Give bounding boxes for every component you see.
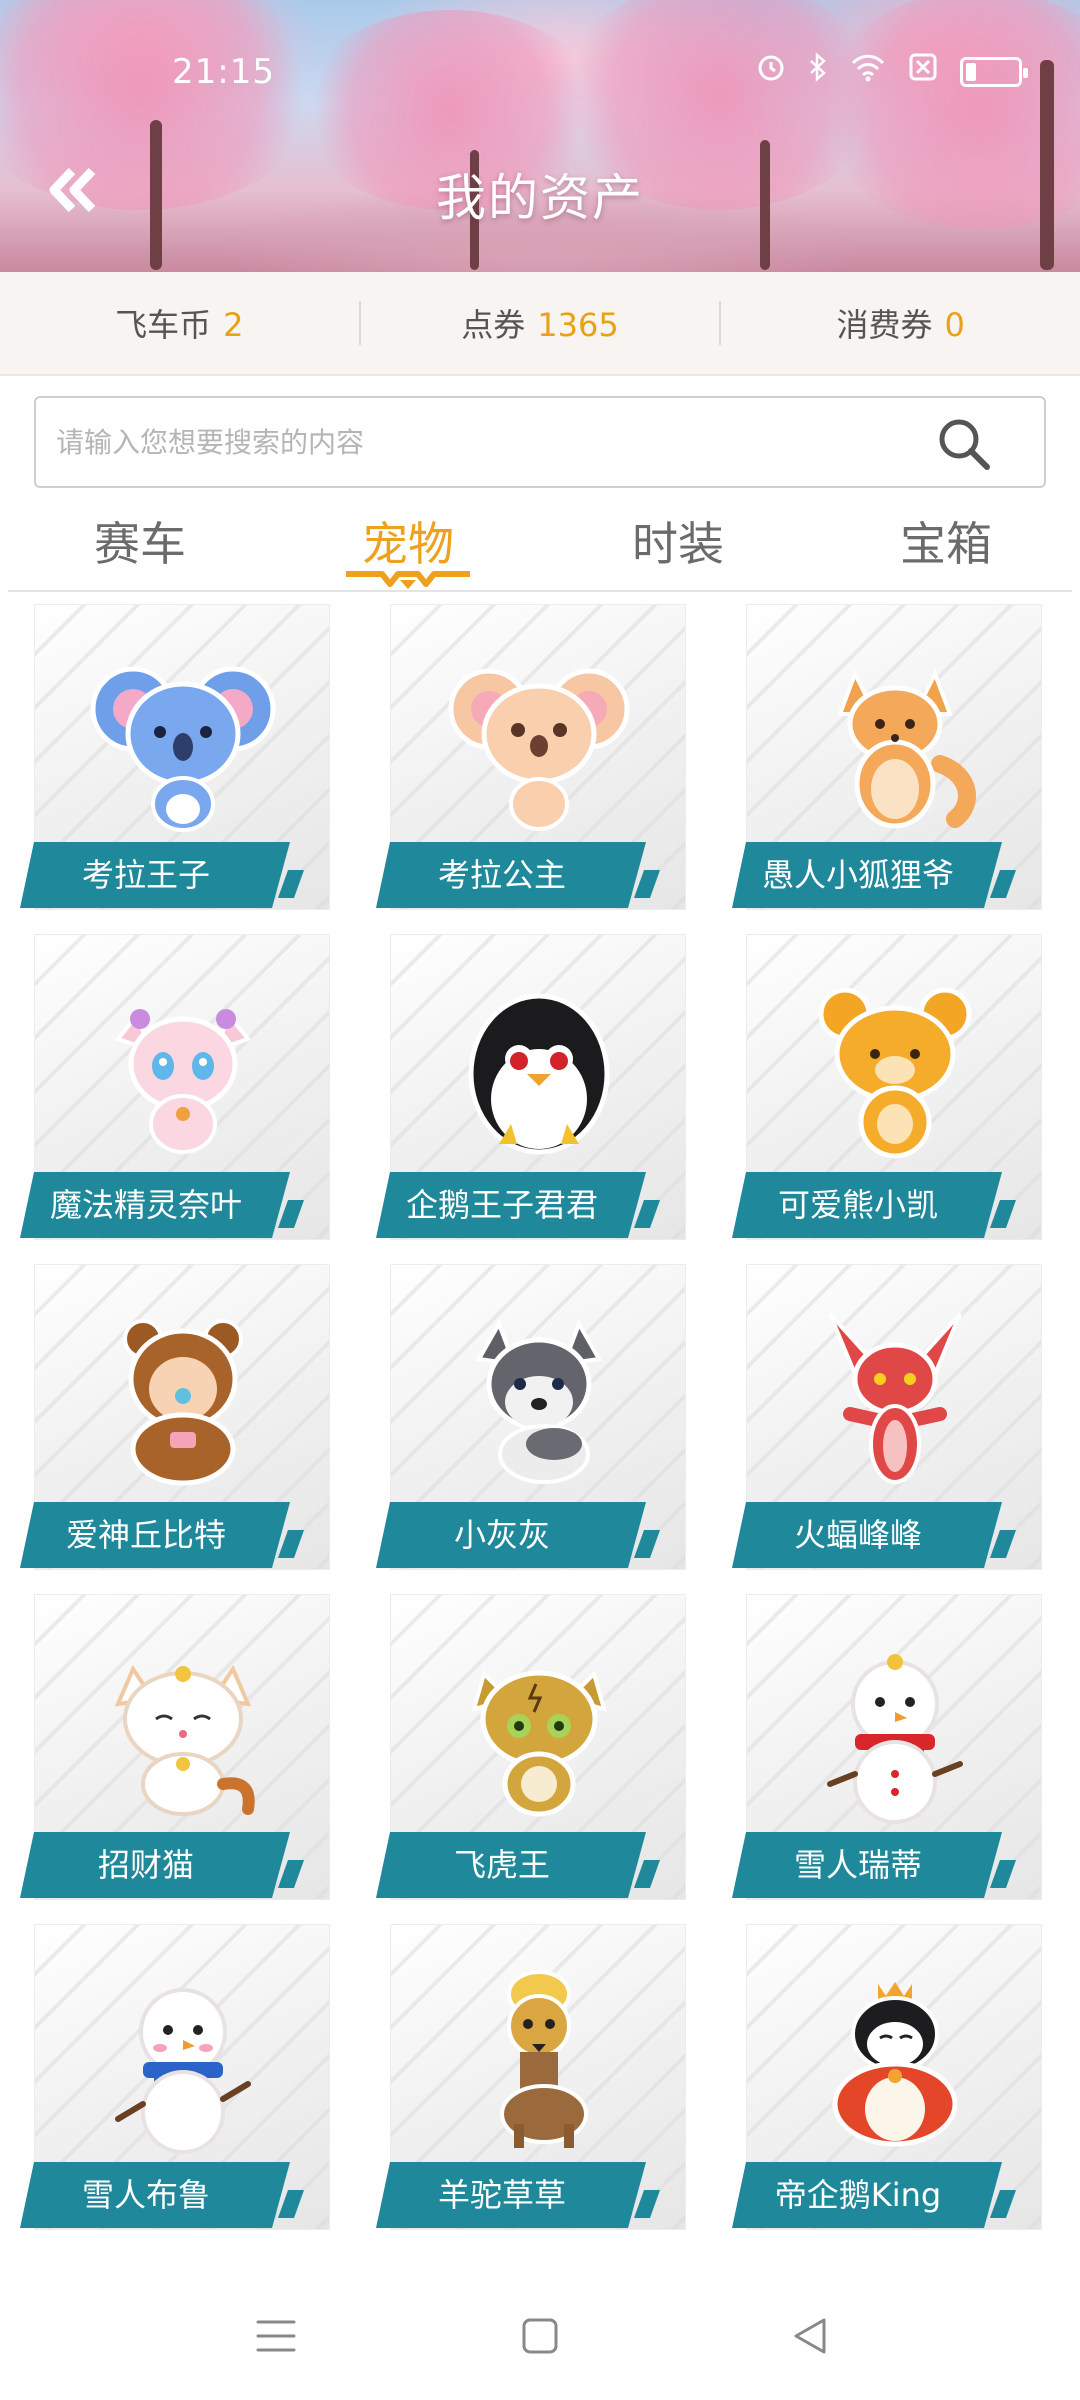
pink-koala-icon <box>448 668 630 831</box>
red-bat-icon <box>828 1312 962 1484</box>
pet-card[interactable]: 雪人布鲁 <box>20 1924 346 2230</box>
pet-name: 飞虎王 <box>453 1846 550 1884</box>
currency-label: 飞车币 <box>115 306 212 344</box>
pet-card[interactable]: 考拉公主 <box>376 604 702 910</box>
pink-cat-icon <box>114 1009 252 1154</box>
pet-name: 企鹅王子君君 <box>405 1186 598 1224</box>
status-icons <box>756 51 1028 93</box>
sim-off-icon <box>908 52 938 93</box>
lucky-cat-icon <box>114 1664 255 1816</box>
triangle-back-icon <box>794 2318 826 2354</box>
bear-icon <box>818 987 972 1159</box>
pet-card[interactable]: 雪人瑞蒂 <box>732 1594 1058 1900</box>
snowman-red-scarf-icon <box>827 1654 963 1824</box>
menu-button[interactable] <box>244 2304 308 2368</box>
page-title: 我的资产 <box>436 169 644 227</box>
tab-racing[interactable]: 赛车 <box>30 508 250 574</box>
currency-points: 点券 1365 <box>361 300 720 346</box>
pet-card[interactable]: 企鹅王子君君 <box>376 934 702 1240</box>
currency-value: 1365 <box>537 306 619 344</box>
snowman-blue-scarf-icon <box>115 1988 251 2154</box>
bluetooth-icon <box>808 51 828 93</box>
search-input[interactable] <box>56 398 916 486</box>
pet-card[interactable]: 火蝠峰峰 <box>732 1264 1058 1570</box>
tab-pets[interactable]: 宠物 <box>298 508 518 574</box>
currency-label: 消费券 <box>836 306 933 344</box>
pet-name: 帝企鹅King <box>774 2176 942 2214</box>
pet-name: 雪人瑞蒂 <box>793 1846 922 1884</box>
currency-bar: 飞车币 2 点券 1365 消费券 0 <box>0 272 1080 376</box>
tabs-divider <box>8 590 1072 592</box>
currency-value: 0 <box>944 306 965 344</box>
active-tab-indicator <box>346 571 470 589</box>
search-icon[interactable] <box>934 414 994 474</box>
search-box <box>34 396 1046 488</box>
tab-fashion[interactable]: 时装 <box>568 508 788 574</box>
pet-name: 羊驼草草 <box>437 2176 566 2214</box>
pet-card[interactable]: 考拉王子 <box>20 604 346 910</box>
currency-voucher: 消费券 0 <box>721 300 1080 346</box>
pet-name: 火蝠峰峰 <box>793 1516 922 1554</box>
currency-feiche-coin: 飞车币 2 <box>0 300 359 346</box>
bear-suit-baby-icon <box>123 1319 243 1486</box>
pet-name: 魔法精灵奈叶 <box>49 1186 242 1224</box>
alpaca-icon <box>500 1970 588 2148</box>
header-banner: 21:15 我的资产 <box>0 0 1080 272</box>
square-home-icon <box>522 2318 558 2354</box>
pet-card[interactable]: 招财猫 <box>20 1594 346 1900</box>
pet-name: 招财猫 <box>97 1846 194 1884</box>
pet-name: 考拉公主 <box>437 856 566 894</box>
fox-icon <box>837 669 976 829</box>
pet-card[interactable]: 帝企鹅King <box>732 1924 1058 2230</box>
pet-name: 雪人布鲁 <box>81 2176 210 2214</box>
back-nav-button[interactable] <box>778 2304 842 2368</box>
penguin-icon <box>468 993 610 1155</box>
pet-card[interactable]: 魔法精灵奈叶 <box>20 934 346 1240</box>
pet-name: 考拉王子 <box>81 856 210 894</box>
pet-name: 愚人小狐狸爷 <box>761 856 954 894</box>
battery-icon <box>960 57 1028 87</box>
blue-koala-icon <box>90 666 276 832</box>
pet-card[interactable]: 愚人小狐狸爷 <box>732 604 1058 910</box>
emperor-penguin-icon <box>832 1982 958 2147</box>
pet-card[interactable]: 小灰灰 <box>376 1264 702 1570</box>
pet-name: 小灰灰 <box>453 1516 550 1554</box>
currency-label: 点券 <box>461 306 526 344</box>
status-time: 21:15 <box>172 52 275 92</box>
wifi-icon <box>850 52 886 93</box>
tiger-icon <box>471 1670 607 1817</box>
tab-chests[interactable]: 宝箱 <box>836 508 1056 574</box>
category-tabs: 赛车 宠物 时装 宝箱 <box>0 496 1080 592</box>
pet-name: 爱神丘比特 <box>65 1516 226 1554</box>
husky-icon <box>475 1319 603 1484</box>
system-nav-bar <box>0 2272 1080 2400</box>
home-button[interactable] <box>508 2304 572 2368</box>
pet-card[interactable]: 爱神丘比特 <box>20 1264 346 1570</box>
hamburger-menu-icon <box>256 2320 296 2352</box>
pet-card[interactable]: 飞虎王 <box>376 1594 702 1900</box>
pet-card[interactable]: 羊驼草草 <box>376 1924 702 2230</box>
pet-name: 可爱熊小凯 <box>777 1186 938 1224</box>
pet-card[interactable]: 可爱熊小凯 <box>732 934 1058 1240</box>
alarm-icon <box>756 52 786 93</box>
currency-value: 2 <box>223 306 244 344</box>
